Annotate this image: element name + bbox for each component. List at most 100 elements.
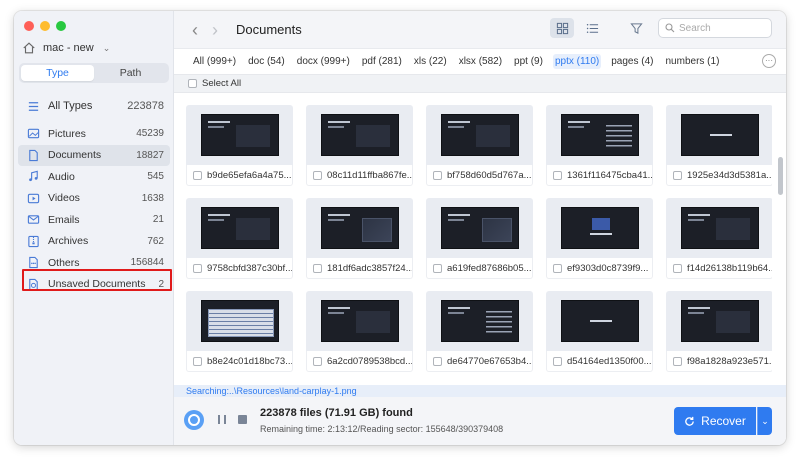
sidebar-item-label: Audio [48,170,75,183]
file-checkbox[interactable] [553,356,562,366]
device-selector[interactable]: mac - new ⌄ [22,41,110,55]
file-card[interactable]: d54164ed1350f00... [546,291,653,372]
file-caption: 6a2cd0789538bcd... [306,351,413,372]
sidebar-item-archives[interactable]: Archives 762 [18,231,170,252]
select-all-checkbox[interactable] [188,79,197,88]
file-caption: 181df6adc3857f24... [306,258,413,279]
view-mode-toggle: Type Path [19,63,169,83]
file-checkbox[interactable] [193,356,202,366]
filter-xls[interactable]: xls (22) [412,54,449,69]
file-card[interactable]: ef9303d0c8739f9... [546,198,653,279]
file-thumbnail[interactable] [306,198,413,258]
file-card[interactable]: 1361f116475cba41... [546,105,653,186]
filter-ppt[interactable]: ppt (9) [512,54,545,69]
file-thumbnail[interactable] [666,198,772,258]
audio-icon [26,170,40,184]
file-card[interactable]: f98a1828a923e571... [666,291,772,372]
search-input[interactable] [679,22,769,34]
slide-preview [680,300,759,342]
file-card[interactable]: 1925e34d3d5381a... [666,105,772,186]
searching-path: Searching:..\Resources\land-carplay-1.pn… [174,385,786,397]
file-thumbnail[interactable] [306,291,413,351]
tab-type[interactable]: Type [21,65,94,81]
grid-view-button[interactable] [550,18,574,38]
sidebar-item-all-types[interactable]: All Types 223878 [18,94,170,118]
app-window: mac - new ⌄ Type Path All Types 223878 P… [14,11,786,445]
filter-all[interactable]: All (999+) [191,54,238,69]
file-thumbnail[interactable] [306,105,413,165]
archive-icon [26,234,40,248]
file-card[interactable]: b8e24c01d18bc73... [186,291,293,372]
list-view-button[interactable] [580,18,604,38]
sidebar-item-videos[interactable]: Videos 1638 [18,188,170,209]
file-checkbox[interactable] [553,263,562,273]
file-thumbnail[interactable] [666,105,772,165]
toolbar: ‹ › Documents [174,11,786,49]
file-name: 1925e34d3d5381a... [687,169,772,181]
sidebar-item-emails[interactable]: Emails 21 [18,209,170,230]
file-checkbox[interactable] [193,170,202,180]
filter-pages[interactable]: pages (4) [609,54,655,69]
filter-xlsx[interactable]: xlsx (582) [457,54,504,69]
filter-pdf[interactable]: pdf (281) [360,54,404,69]
filter-button[interactable] [626,18,646,38]
filter-numbers[interactable]: numbers (1) [664,54,722,69]
forward-arrow-icon[interactable]: › [212,21,218,39]
file-thumbnail[interactable] [186,291,293,351]
recover-options-button[interactable]: ⌄ [757,407,772,435]
file-checkbox[interactable] [313,170,322,180]
file-thumbnail[interactable] [546,105,653,165]
close-window-button[interactable] [24,21,34,31]
picture-icon [26,127,40,141]
file-checkbox[interactable] [673,170,682,180]
pause-icon[interactable] [218,415,226,424]
file-thumbnail[interactable] [426,105,533,165]
file-card[interactable]: f14d26138b119b64... [666,198,772,279]
file-checkbox[interactable] [433,170,442,180]
file-checkbox[interactable] [313,356,322,366]
file-thumbnail[interactable] [546,198,653,258]
file-name: f14d26138b119b64... [687,262,772,274]
file-card[interactable]: de64770e67653b4... [426,291,533,372]
file-card[interactable]: 181df6adc3857f24... [306,198,413,279]
tab-path[interactable]: Path [94,65,167,81]
file-card[interactable]: a619fed87686b05... [426,198,533,279]
file-thumbnail[interactable] [666,291,772,351]
file-checkbox[interactable] [433,263,442,273]
sidebar-item-count: 18827 [136,149,164,161]
file-thumbnail[interactable] [546,291,653,351]
file-checkbox[interactable] [193,263,202,273]
file-thumbnail[interactable] [186,198,293,258]
sidebar-item-documents[interactable]: Documents 18827 [18,144,170,166]
file-thumbnail[interactable] [426,291,533,351]
file-card[interactable]: b9de65efa6a4a75... [186,105,293,186]
file-checkbox[interactable] [553,170,562,180]
file-checkbox[interactable] [313,263,322,273]
minimize-window-button[interactable] [40,21,50,31]
file-card[interactable]: bf758d60d5d767a... [426,105,533,186]
file-card[interactable]: 9758cbfd387c30bf... [186,198,293,279]
stop-icon[interactable] [238,415,247,424]
file-checkbox[interactable] [673,356,682,366]
filter-docx[interactable]: docx (999+) [295,54,352,69]
file-caption: bf758d60d5d767a... [426,165,533,186]
back-arrow-icon[interactable]: ‹ [192,21,198,39]
filter-doc[interactable]: doc (54) [246,54,287,69]
search-field[interactable] [658,18,772,38]
file-thumbnail[interactable] [426,198,533,258]
zoom-window-button[interactable] [56,21,66,31]
more-options-icon[interactable]: ··· [762,54,776,68]
file-checkbox[interactable] [433,356,442,366]
sidebar-item-audio[interactable]: Audio 545 [18,166,170,187]
file-card[interactable]: 6a2cd0789538bcd... [306,291,413,372]
sidebar-item-label: Videos [48,192,80,204]
filter-pptx[interactable]: pptx (110) [552,53,602,69]
recover-button[interactable]: Recover [674,407,756,435]
file-thumbnail[interactable] [186,105,293,165]
file-card[interactable]: 08c11d11ffba867fe... [306,105,413,186]
sidebar-item-count: 45239 [136,128,164,139]
sidebar-item-count: 223878 [127,100,164,112]
sidebar-item-pictures[interactable]: Pictures 45239 [18,123,170,144]
vertical-scrollbar[interactable] [778,157,783,195]
file-checkbox[interactable] [673,263,682,273]
